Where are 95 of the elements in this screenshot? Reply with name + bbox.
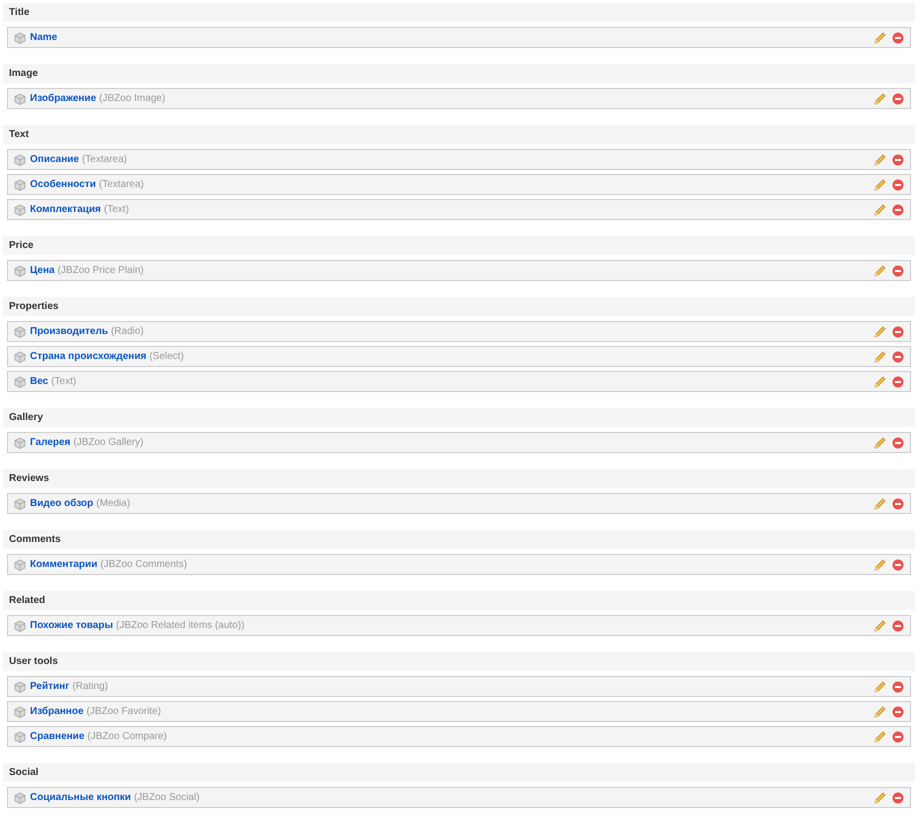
- cube-icon: [14, 558, 26, 570]
- field-type: (Text): [51, 375, 76, 389]
- field-name-link[interactable]: Name: [30, 30, 58, 45]
- cube-icon: [14, 32, 26, 44]
- field-name-link[interactable]: Описание: [30, 152, 79, 167]
- field-name-link[interactable]: Изображение: [30, 91, 96, 106]
- remove-icon[interactable]: [892, 154, 904, 166]
- field-name-link[interactable]: Вес: [30, 374, 48, 389]
- cube-icon: [14, 498, 26, 510]
- field-type: (Textarea): [82, 153, 127, 167]
- cube-icon: [14, 680, 26, 692]
- pencil-icon[interactable]: [874, 32, 886, 44]
- pencil-icon[interactable]: [874, 204, 886, 216]
- field-name-link[interactable]: Видео обзор: [30, 496, 94, 511]
- cube-icon: [14, 706, 26, 718]
- remove-icon[interactable]: [892, 264, 904, 276]
- remove-icon[interactable]: [892, 792, 904, 804]
- remove-icon[interactable]: [892, 680, 904, 692]
- cube-icon: [14, 92, 26, 104]
- section-title: Social: [9, 766, 38, 780]
- field-type: (Textarea): [98, 178, 144, 192]
- cube-icon: [14, 326, 26, 338]
- remove-icon[interactable]: [892, 376, 904, 388]
- field-type: (JBZoo Compare): [87, 730, 167, 744]
- field-name-link[interactable]: Похожие товары: [30, 618, 114, 633]
- pencil-icon[interactable]: [874, 376, 886, 388]
- cube-icon: [14, 792, 26, 804]
- field-type: (JBZoo Price Plain): [58, 264, 144, 278]
- cube-icon: [14, 620, 26, 632]
- field-name-link[interactable]: Галерея: [30, 435, 70, 450]
- section-title: Gallery: [9, 411, 43, 425]
- cube-icon: [14, 154, 26, 166]
- section-title: Related: [9, 594, 46, 608]
- section-title: Text: [9, 128, 29, 142]
- pencil-icon[interactable]: [874, 730, 886, 742]
- remove-icon[interactable]: [892, 178, 904, 190]
- section-title: Price: [9, 239, 34, 253]
- remove-icon[interactable]: [892, 204, 904, 216]
- pencil-icon[interactable]: [874, 178, 886, 190]
- field-name-link[interactable]: Страна происхождения: [30, 349, 146, 364]
- pencil-icon[interactable]: [874, 436, 886, 448]
- field-name-link[interactable]: Социальные кнопки: [30, 790, 131, 805]
- field-type: (JBZoo Gallery): [73, 436, 144, 450]
- remove-icon[interactable]: [892, 326, 904, 338]
- pencil-icon[interactable]: [874, 326, 886, 338]
- section-title: Image: [9, 67, 38, 81]
- field-type: (JBZoo Related items (auto)): [116, 619, 244, 633]
- field-type: (Text): [104, 203, 129, 217]
- remove-icon[interactable]: [892, 350, 904, 362]
- field-type: (JBZoo Comments): [100, 558, 188, 572]
- field-name-link[interactable]: Особенности: [30, 177, 96, 192]
- field-type: (Rating): [72, 680, 108, 694]
- pencil-icon[interactable]: [874, 154, 886, 166]
- pencil-icon[interactable]: [874, 92, 886, 104]
- remove-icon[interactable]: [892, 706, 904, 718]
- pencil-icon[interactable]: [874, 680, 886, 692]
- section-title: Title: [9, 6, 30, 20]
- pencil-icon[interactable]: [874, 620, 886, 632]
- field-type: (Radio): [110, 325, 144, 339]
- cube-icon: [14, 376, 26, 388]
- field-type: (JBZoo Favorite): [86, 705, 161, 719]
- section-title: User tools: [9, 655, 58, 669]
- cube-icon: [14, 204, 26, 216]
- field-name-link[interactable]: Производитель: [30, 324, 108, 339]
- pencil-icon[interactable]: [874, 264, 886, 276]
- field-name-link[interactable]: Комментарии: [30, 557, 98, 572]
- pencil-icon[interactable]: [874, 792, 886, 804]
- remove-icon[interactable]: [892, 92, 904, 104]
- remove-icon[interactable]: [892, 620, 904, 632]
- field-type: (JBZoo Image): [99, 92, 166, 106]
- cube-icon: [14, 436, 26, 448]
- field-type: (Media): [96, 497, 130, 511]
- field-type: (JBZoo Social): [134, 791, 200, 805]
- pencil-icon[interactable]: [874, 706, 886, 718]
- section-title: Properties: [9, 300, 58, 314]
- pencil-icon[interactable]: [874, 498, 886, 510]
- field-name-link[interactable]: Сравнение: [30, 729, 84, 744]
- pencil-icon[interactable]: [874, 350, 886, 362]
- cube-icon: [14, 178, 26, 190]
- section-title: Comments: [9, 533, 61, 547]
- cube-icon: [14, 264, 26, 276]
- field-name-link[interactable]: Рейтинг: [30, 679, 70, 694]
- cube-icon: [14, 730, 26, 742]
- cube-icon: [14, 350, 26, 362]
- remove-icon[interactable]: [892, 730, 904, 742]
- field-name-link[interactable]: Комплектация: [30, 202, 101, 217]
- remove-icon[interactable]: [892, 436, 904, 448]
- pencil-icon[interactable]: [874, 558, 886, 570]
- remove-icon[interactable]: [892, 558, 904, 570]
- field-type: (Select): [149, 350, 184, 364]
- remove-icon[interactable]: [892, 32, 904, 44]
- remove-icon[interactable]: [892, 498, 904, 510]
- field-name-link[interactable]: Избранное: [30, 704, 84, 719]
- section-title: Reviews: [9, 472, 50, 486]
- field-name-link[interactable]: Цена: [30, 263, 55, 278]
